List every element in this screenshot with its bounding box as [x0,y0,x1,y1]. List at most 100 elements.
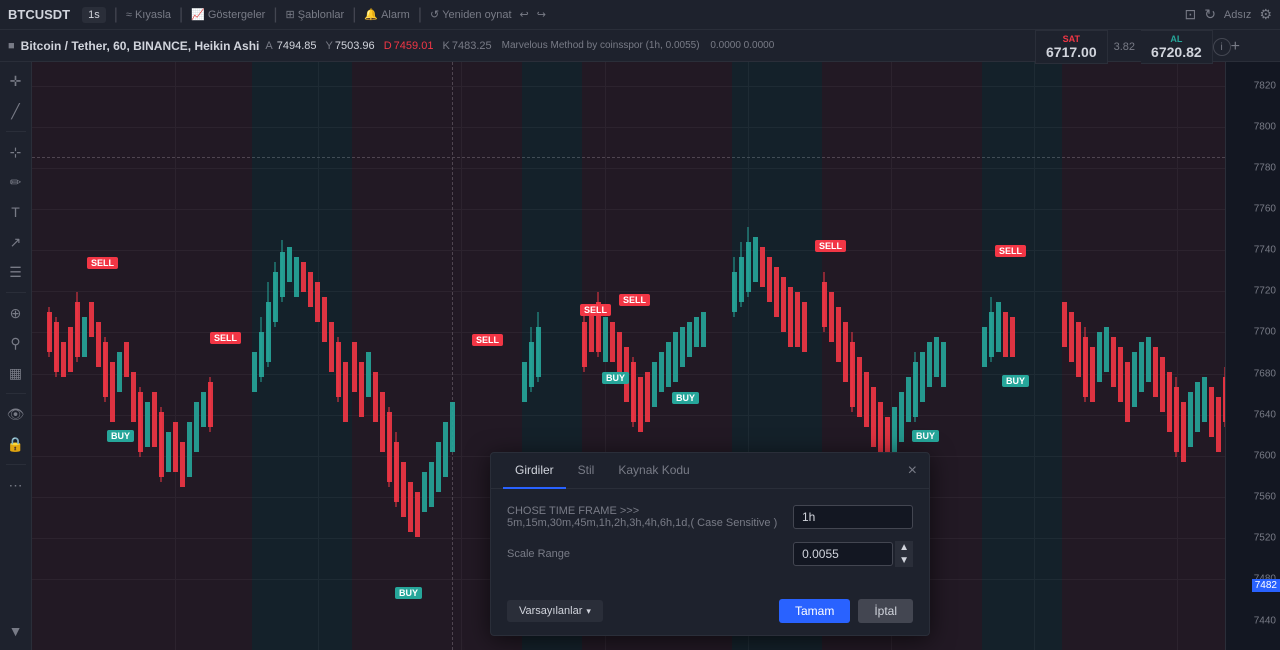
sync-button[interactable]: ↻ [1204,6,1216,23]
eye-tool[interactable]: 👁 [3,401,29,427]
scale-range-field-row: Scale Range ▲ ▼ [507,541,913,567]
price-label-10: 7600 [1254,450,1276,461]
sell-signal-3: SELL [472,334,503,346]
separator-4: | [352,6,356,24]
left-toolbar: ✛ ╱ ⊹ ✏ T ↗ ☰ ⊕ ⚲ ▦ 👁 🔒 ⋯ ▼ [0,62,32,650]
defaults-arrow-icon: ▾ [586,606,591,617]
undo-button[interactable]: ↩ [520,8,529,21]
timeframe-input[interactable] [793,505,913,529]
replay-icon: ↺ [430,8,439,21]
k-value: 7483.25 [452,40,492,52]
ok-button[interactable]: Tamam [779,599,850,623]
sell-signal-2: SELL [210,332,241,344]
tab-girdiler[interactable]: Girdiler [503,453,566,489]
templates-button[interactable]: ⊞ Şablonlar [286,8,345,21]
buy-signal-3: BUY [672,392,699,404]
top-bar: BTCUSDT 1s | ≈ Kıyasla | 📈 Göstergeler |… [0,0,1280,30]
info-button[interactable]: i [1213,38,1231,56]
magnet-tool[interactable]: ⚲ [3,330,29,356]
ind-vals: 0.0000 0.0000 [710,40,774,51]
sell-signal-1: SELL [87,257,118,269]
sell-signal-5: SELL [619,294,650,306]
price-label-8: 7680 [1254,368,1276,379]
chart-type-icon: ■ [8,40,15,52]
replay-button[interactable]: ↺ Yeniden oynat [430,8,512,21]
interval-button[interactable]: 1s [82,7,106,23]
timeframe-field-row: CHOSE TIME FRAME >>> 5m,15m,30m,45m,1h,2… [507,505,913,529]
zoom-tool[interactable]: ⊕ [3,300,29,326]
alarm-icon: 🔔 [364,8,378,21]
price-label-7: 7700 [1254,327,1276,338]
separator-3: | [273,6,277,24]
tab-stil[interactable]: Stil [566,453,607,489]
undo-icon: ↩ [520,8,529,21]
more-tools[interactable]: ⋯ [3,472,29,498]
indicators-button[interactable]: 📈 Göstergeler [191,8,265,21]
text-tool[interactable]: T [3,199,29,225]
chart-pair-label: Bitcoin / Tether, 60, BINANCE, Heikin As… [21,39,260,53]
scale-range-spinner: ▲ ▼ [793,541,913,567]
plus-button[interactable]: + [1231,38,1240,56]
scale-range-input[interactable] [793,542,893,566]
price-label-2: 7800 [1254,121,1276,132]
redo-button[interactable]: ↪ [537,8,546,21]
price-label-11: 7560 [1254,492,1276,503]
settings-dialog: Girdiler Stil Kaynak Kodu × CHOSE TIME F… [490,452,930,636]
down-arrow-tool[interactable]: ▼ [3,618,29,644]
al-box: AL 6720.82 [1141,30,1213,64]
sell-signal-4: SELL [580,304,611,316]
indicator-name: Marvelous Method by coinsspor [502,40,643,51]
line-tool[interactable]: ╱ [3,98,29,124]
chart-icon: 📈 [191,8,205,21]
toolbar-separator-1 [6,131,26,132]
topbar-right: ⊡ ↻ Adsız ⚙ [1184,6,1272,23]
dialog-body: CHOSE TIME FRAME >>> 5m,15m,30m,45m,1h,2… [491,489,929,591]
fullscreen-button[interactable]: ⊡ [1184,6,1196,23]
cancel-button[interactable]: İptal [858,599,913,623]
tab-kaynak-kodu[interactable]: Kaynak Kodu [606,453,701,489]
right-price-axis: 7820 7800 7780 7760 7740 7720 7700 7680 … [1225,62,1280,650]
buy-signal-6: BUY [395,587,422,599]
buy-signal-5: BUY [912,430,939,442]
scale-range-label: Scale Range [507,548,793,560]
dialog-footer: Varsayılanlar ▾ Tamam İptal [491,591,929,635]
brush-tool[interactable]: ✏ [3,169,29,195]
toolbar-separator-4 [6,464,26,465]
sell-signal-7: SELL [995,245,1026,257]
measure-tool[interactable]: ☰ [3,259,29,285]
spinner-buttons: ▲ ▼ [895,541,913,567]
sat-box: SAT 6717.00 [1035,30,1108,64]
lock-tool[interactable]: 🔒 [3,431,29,457]
toolbar-separator-3 [6,393,26,394]
compare-button[interactable]: ≈ Kıyasla [126,9,171,21]
buy-signal-1: BUY [107,430,134,442]
crosshair-tool[interactable]: ✛ [3,68,29,94]
al-label: AL [1170,34,1182,44]
current-price-label: 7482 [1252,579,1280,592]
separator-5: | [418,6,422,24]
alarm-button[interactable]: 🔔 Alarm [364,8,409,21]
price-label-12: 7520 [1254,533,1276,544]
ohlc-values: A7494.85 Y7503.96 D7459.01 K7483.25 [265,40,495,52]
defaults-button[interactable]: Varsayılanlar ▾ [507,600,603,622]
separator-1: | [114,6,118,24]
pattern-tool[interactable]: ▦ [3,360,29,386]
templates-icon: ⊞ [286,8,295,21]
dialog-close-button[interactable]: × [908,462,917,480]
arrow-tool[interactable]: ↗ [3,229,29,255]
price-widget: SAT 6717.00 3.82 AL 6720.82 i + [1035,30,1240,64]
main-layout: ✛ ╱ ⊹ ✏ T ↗ ☰ ⊕ ⚲ ▦ 👁 🔒 ⋯ ▼ [0,62,1280,650]
price-label-9: 7640 [1254,409,1276,420]
settings-button[interactable]: ⚙ [1259,6,1272,23]
redo-icon: ↪ [537,8,546,21]
fib-tool[interactable]: ⊹ [3,139,29,165]
spinner-down-button[interactable]: ▼ [895,554,913,567]
y-label: Y [326,40,333,52]
account-button[interactable]: Adsız [1224,9,1252,21]
buy-signal-2: BUY [602,372,629,384]
spinner-up-button[interactable]: ▲ [895,541,913,554]
price-label-6: 7720 [1254,286,1276,297]
a-value: 7494.85 [277,40,317,52]
sell-signal-6: SELL [815,240,846,252]
d-value: 7459.01 [394,40,434,52]
